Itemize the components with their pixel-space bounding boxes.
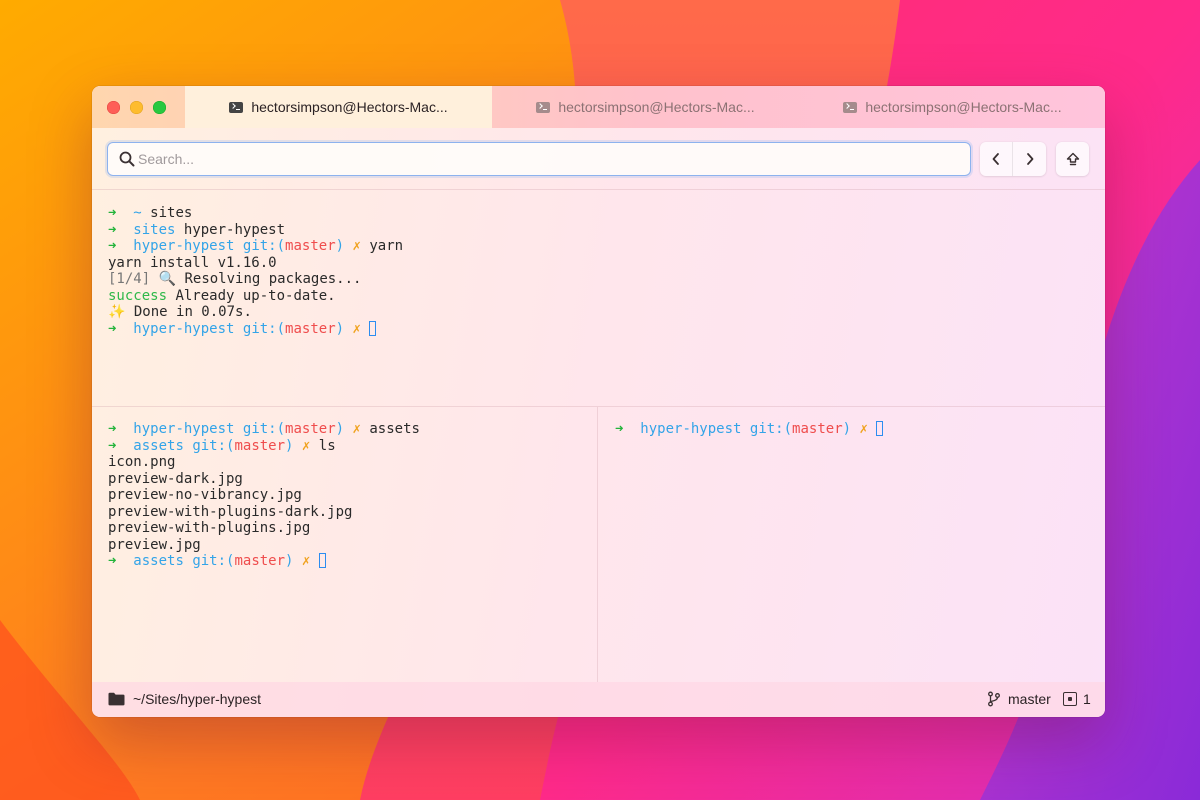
terminal-line: ➜ sites hyper-hypest <box>108 221 286 238</box>
current-directory[interactable]: ~/Sites/hyper-hypest <box>133 691 261 707</box>
status-bar: ~/Sites/hyper-hypest master 1 <box>92 682 1105 717</box>
terminal-icon <box>536 101 551 113</box>
file-entry: icon.png <box>108 454 176 470</box>
terminal-cursor <box>876 421 884 436</box>
next-match-button[interactable] <box>1013 142 1046 176</box>
chevron-right-icon <box>1026 153 1033 165</box>
magnifier-emoji: 🔍 <box>158 271 177 287</box>
tab-1[interactable]: hectorsimpson@Hectors-Mac... <box>185 86 492 128</box>
terminal-line: success Already up-to-date. <box>108 287 336 304</box>
pane-icon <box>1063 692 1077 706</box>
terminal-pane-bottom-right[interactable]: ➜ hyper-hypest git:(master) ✗ <box>598 406 1105 682</box>
terminal-cursor <box>369 320 377 336</box>
file-entry: preview-with-plugins-dark.jpg <box>108 503 353 520</box>
close-search-button[interactable] <box>1056 142 1089 176</box>
terminal-line: ➜ ~ sites <box>108 205 193 221</box>
terminal-line: ✨ Done in 0.07s. <box>108 304 252 320</box>
tab-label: hectorsimpson@Hectors-Mac... <box>558 99 755 115</box>
file-entry: preview.jpg <box>108 536 201 553</box>
terminal-pane-top[interactable]: ➜ ~ sites ➜ sites hyper-hypest ➜ hyper-hyp… <box>92 190 1105 406</box>
terminal-icon <box>843 101 858 113</box>
tab-2[interactable]: hectorsimpson@Hectors-Mac... <box>492 86 799 128</box>
git-branch-name[interactable]: master <box>1008 691 1051 707</box>
search-field[interactable] <box>107 142 971 176</box>
terminal-window: hectorsimpson@Hectors-Mac... hectorsimps… <box>92 86 1105 717</box>
close-window-button[interactable] <box>107 101 120 114</box>
terminal-line: [1/4] 🔍 Resolving packages... <box>108 271 362 287</box>
terminal-line: ➜ assets git:(master) ✗ ls <box>108 437 336 454</box>
search-input[interactable] <box>138 143 958 174</box>
minimize-window-button[interactable] <box>130 101 143 114</box>
tab-label: hectorsimpson@Hectors-Mac... <box>865 99 1062 115</box>
zoom-window-button[interactable] <box>153 101 166 114</box>
arrow-up-icon <box>1066 152 1079 166</box>
terminal-line: ➜ assets git:(master) ✗ <box>108 553 597 570</box>
title-bar: hectorsimpson@Hectors-Mac... hectorsimps… <box>92 86 1105 128</box>
search-icon <box>119 151 135 167</box>
terminal-line: yarn install v1.16.0 <box>108 254 277 271</box>
tab-label: hectorsimpson@Hectors-Mac... <box>251 99 448 115</box>
file-entry: preview-dark.jpg <box>108 470 243 487</box>
previous-match-button[interactable] <box>980 142 1013 176</box>
file-entry: preview-no-vibrancy.jpg <box>108 487 302 503</box>
terminal-pane-bottom-left[interactable]: ➜ hyper-hypest git:(master) ✗ assets ➜ as… <box>92 406 598 682</box>
terminal-line: ➜ hyper-hypest git:(master) ✗ <box>615 421 1105 438</box>
chevron-left-icon <box>992 153 999 165</box>
terminal-icon <box>229 101 244 113</box>
terminal-cursor <box>318 553 326 568</box>
tab-3[interactable]: hectorsimpson@Hectors-Mac... <box>799 86 1105 128</box>
file-entry: preview-with-plugins.jpg <box>108 520 311 536</box>
git-branch-icon <box>988 691 1000 707</box>
terminal-line: ➜ hyper-hypest git:(master) ✗ <box>108 320 1105 338</box>
search-navigation <box>980 142 1046 176</box>
terminal-line: ➜ hyper-hypest git:(master) ✗ yarn <box>108 238 404 254</box>
pane-count: 1 <box>1083 691 1091 707</box>
sparkles-emoji: ✨ <box>108 304 126 320</box>
folder-icon <box>108 692 125 706</box>
search-toolbar <box>92 128 1105 190</box>
terminal-line: ➜ hyper-hypest git:(master) ✗ assets <box>108 421 420 437</box>
